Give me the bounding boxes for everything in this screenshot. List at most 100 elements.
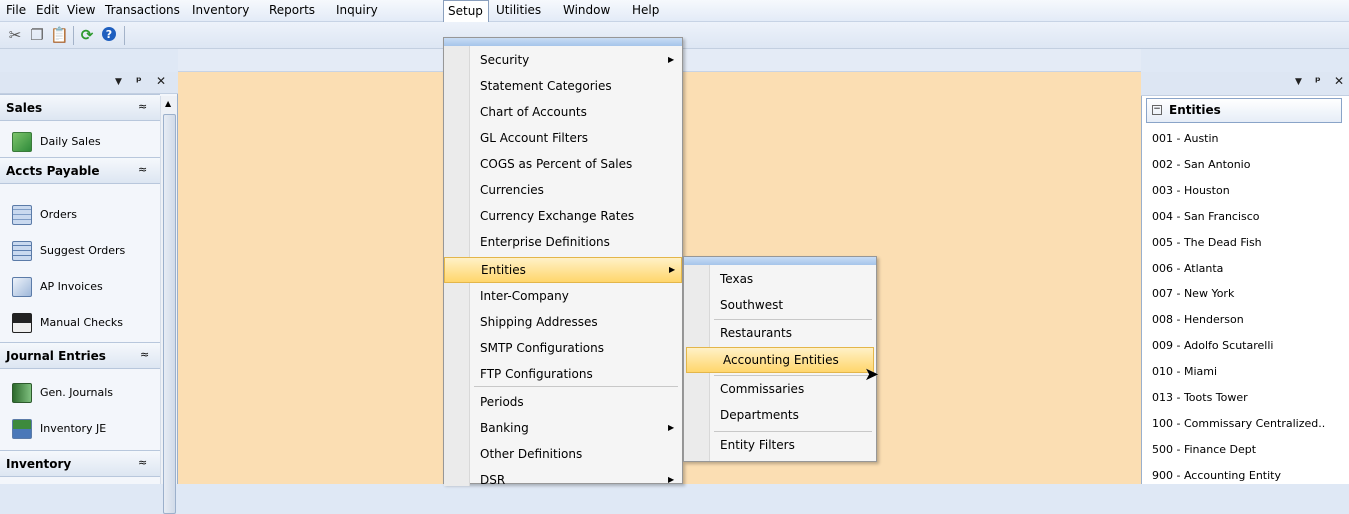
setup-menu-item[interactable]: Other Definitions <box>444 442 682 468</box>
menu-item-label: Entity Filters <box>720 438 795 452</box>
entity-list-item[interactable]: 007 - New York <box>1152 287 1234 300</box>
menu-window[interactable]: Window <box>563 3 610 17</box>
setup-menu-item[interactable]: Chart of Accounts <box>444 100 682 126</box>
collapse-icon[interactable]: ≈ <box>140 348 149 361</box>
entity-list-item[interactable]: 006 - Atlanta <box>1152 262 1223 275</box>
menu-item-label: Currencies <box>480 183 544 197</box>
entities-submenu-item[interactable]: Texas <box>684 267 872 293</box>
setup-menu-item[interactable]: Periods <box>444 390 682 416</box>
entities-submenu-item[interactable]: Southwest <box>684 293 872 319</box>
left-panel-header: ▼ ᵖ ✕ <box>0 72 178 94</box>
menu-separator <box>714 375 872 376</box>
menu-help[interactable]: Help <box>632 3 659 17</box>
scissors-icon[interactable]: ✂ <box>6 26 24 44</box>
nav-item-inventory-je[interactable]: Inventory JE <box>0 411 160 447</box>
setup-menu-item[interactable]: Statement Categories <box>444 74 682 100</box>
pin-icon[interactable]: ᵖ <box>136 74 142 88</box>
collapse-icon[interactable]: ≈ <box>138 163 147 176</box>
left-nav-panel: ▼ ᵖ ✕ Sales ≈ Daily Sales Accts Payable … <box>0 72 178 484</box>
menu-separator <box>714 431 872 432</box>
menu-inquiry[interactable]: Inquiry <box>336 3 378 17</box>
help-icon[interactable]: ? <box>100 26 118 44</box>
entity-list-item[interactable]: 500 - Finance Dept <box>1152 443 1256 456</box>
entity-list-item[interactable]: 008 - Henderson <box>1152 313 1244 326</box>
menu-file[interactable]: File <box>6 3 26 17</box>
setup-menu-item[interactable]: Shipping Addresses <box>444 310 682 336</box>
collapse-box-icon[interactable]: − <box>1152 105 1162 115</box>
setup-menu-item[interactable]: Currency Exchange Rates <box>444 204 682 230</box>
setup-menu-item[interactable]: Security ▶ <box>444 48 682 74</box>
panel-dropdown-icon[interactable]: ▼ <box>115 77 122 87</box>
entity-list-item[interactable]: 010 - Miami <box>1152 365 1217 378</box>
menu-view[interactable]: View <box>67 3 95 17</box>
setup-menu-item[interactable]: DSR ▶ <box>444 468 682 494</box>
menu-utilities[interactable]: Utilities <box>496 3 541 17</box>
close-icon[interactable]: ✕ <box>156 74 166 88</box>
entity-list-item[interactable]: 003 - Houston <box>1152 184 1230 197</box>
entities-submenu-item[interactable]: Departments <box>684 403 872 429</box>
submenu-arrow-icon: ▶ <box>668 475 675 484</box>
nav-item-label: Gen. Journals <box>40 386 114 399</box>
paste-icon[interactable]: 📋 <box>50 26 69 44</box>
setup-menu-item[interactable]: Currencies <box>444 178 682 204</box>
collapse-icon[interactable]: ≈ <box>138 100 147 113</box>
entities-submenu-item[interactable]: Commissaries <box>684 377 872 403</box>
menu-item-label: Banking <box>480 421 529 435</box>
collapse-icon[interactable]: ≈ <box>138 456 147 469</box>
close-icon[interactable]: ✕ <box>1334 74 1344 88</box>
setup-menu-item[interactable]: Enterprise Definitions <box>444 230 682 256</box>
group-sales[interactable]: Sales ≈ <box>0 94 160 121</box>
entity-list-item[interactable]: 013 - Toots Tower <box>1152 391 1248 404</box>
entity-list-item[interactable]: 009 - Adolfo Scutarelli <box>1152 339 1273 352</box>
entities-tree-header[interactable]: − Entities <box>1146 98 1342 123</box>
entity-list-item[interactable]: 005 - The Dead Fish <box>1152 236 1262 249</box>
menu-item-label: Southwest <box>720 298 784 312</box>
setup-menu-item[interactable]: Inter-Company <box>444 284 682 310</box>
scroll-thumb[interactable] <box>163 114 176 514</box>
group-accts-payable[interactable]: Accts Payable ≈ <box>0 157 160 184</box>
copy-icon[interactable]: ❐ <box>28 26 46 44</box>
menu-item-label: Security <box>480 53 530 67</box>
group-inventory[interactable]: Inventory ≈ <box>0 450 160 477</box>
right-panel-header: ▼ ᵖ ✕ <box>1141 72 1349 96</box>
pin-icon[interactable]: ᵖ <box>1315 74 1321 88</box>
nav-item-daily-sales[interactable]: Daily Sales <box>0 124 160 160</box>
panel-dropdown-icon[interactable]: ▼ <box>1295 77 1302 87</box>
setup-menu-item[interactable]: Banking ▶ <box>444 416 682 442</box>
menu-inventory[interactable]: Inventory <box>192 3 249 17</box>
entities-submenu-item[interactable]: Accounting Entities <box>686 347 874 373</box>
entities-submenu-item[interactable]: Restaurants <box>684 321 872 347</box>
menu-item-label: DSR <box>480 473 506 487</box>
setup-menu-item[interactable]: FTP Configurations <box>444 362 682 388</box>
nav-item-orders[interactable]: Orders <box>0 197 160 233</box>
submenu-arrow-icon: ▶ <box>668 55 675 64</box>
menu-reports[interactable]: Reports <box>269 3 315 17</box>
menu-item-label: GL Account Filters <box>480 131 589 145</box>
setup-menu-item[interactable]: COGS as Percent of Sales <box>444 152 682 178</box>
nav-item-gen-journals[interactable]: Gen. Journals <box>0 375 160 411</box>
menu-transactions[interactable]: Transactions <box>105 3 180 17</box>
nav-item-suggest-orders[interactable]: Suggest Orders <box>0 233 160 269</box>
left-panel-scrollbar[interactable]: ▲ <box>160 96 177 514</box>
setup-menu-item[interactable]: SMTP Configurations <box>444 336 682 362</box>
nav-item-ap-invoices[interactable]: AP Invoices <box>0 269 160 305</box>
setup-menu-item[interactable]: Entities ▶ <box>444 257 682 283</box>
entities-submenu-item[interactable]: Entity Filters <box>684 433 872 459</box>
refresh-icon[interactable]: ⟳ <box>78 26 96 44</box>
menu-setup[interactable]: Setup <box>443 0 489 22</box>
entity-list-item[interactable]: 002 - San Antonio <box>1152 158 1250 171</box>
menu-item-label: Shipping Addresses <box>480 315 598 329</box>
entity-list-item[interactable]: 001 - Austin <box>1152 132 1219 145</box>
entity-list-item[interactable]: 100 - Commissary Centralized.. <box>1152 417 1325 430</box>
group-journal-entries[interactable]: Journal Entries ≈ <box>0 342 160 369</box>
scroll-up-icon[interactable]: ▲ <box>165 99 171 108</box>
nav-item-manual-checks[interactable]: Manual Checks <box>0 305 160 341</box>
daily-sales-icon <box>12 132 32 152</box>
menu-grip <box>444 38 682 46</box>
setup-menu-item[interactable]: GL Account Filters <box>444 126 682 152</box>
group-title: Accts Payable <box>6 164 100 178</box>
entity-list-item[interactable]: 004 - San Francisco <box>1152 210 1260 223</box>
menu-item-label: Statement Categories <box>480 79 612 93</box>
menu-edit[interactable]: Edit <box>36 3 59 17</box>
entity-list-item[interactable]: 900 - Accounting Entity <box>1152 469 1281 482</box>
